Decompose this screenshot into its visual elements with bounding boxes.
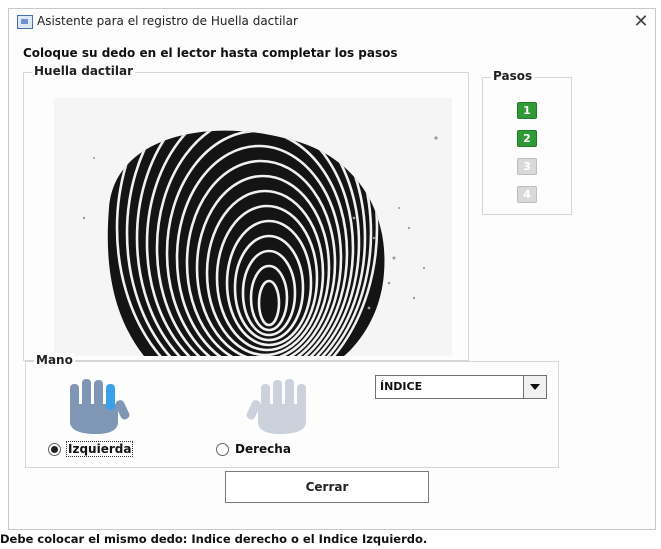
window-title: Asistente para el registro de Huella dac… xyxy=(37,14,298,28)
fingerprint-panel: Huella dactilar xyxy=(23,64,469,361)
app-window-icon xyxy=(17,15,33,29)
radio-right-hand[interactable]: Derecha xyxy=(216,442,291,456)
hand-panel: Mano ÍNDICE Izquierda Derecha xyxy=(25,353,559,468)
hand-panel-label: Mano xyxy=(34,353,75,367)
close-button[interactable]: Cerrar xyxy=(225,471,429,503)
radio-left-hand[interactable]: Izquierda xyxy=(48,441,134,457)
radio-label-izquierda: Izquierda xyxy=(65,441,134,457)
instruction-text: Coloque su dedo en el lector hasta compl… xyxy=(23,46,398,60)
radio-label-derecha: Derecha xyxy=(235,442,291,456)
steps-panel-label: Pasos xyxy=(491,69,535,83)
fingerprint-panel-label: Huella dactilar xyxy=(32,64,136,78)
step-2-indicator: 2 xyxy=(517,130,537,147)
finger-select-value: ÍNDICE xyxy=(380,380,423,393)
step-1-indicator: 1 xyxy=(517,102,537,119)
dropdown-button[interactable] xyxy=(523,376,546,398)
fingerprint-graphic xyxy=(54,98,452,356)
steps-panel: Pasos 1 2 3 4 xyxy=(482,69,572,215)
step-3-indicator: 3 xyxy=(517,158,537,175)
radio-button-izquierda[interactable] xyxy=(48,442,61,456)
fingerprint-image xyxy=(54,98,452,356)
right-hand-icon[interactable] xyxy=(244,378,310,438)
left-hand-icon[interactable] xyxy=(66,378,132,438)
close-icon[interactable]: ✕ xyxy=(629,10,653,34)
chevron-down-icon xyxy=(530,384,540,390)
dialog-window: Asistente para el registro de Huella dac… xyxy=(8,8,656,530)
step-4-indicator: 4 xyxy=(517,186,537,203)
radio-button-derecha[interactable] xyxy=(216,442,229,456)
footer-note: Debe colocar el mismo dedo: Indice derec… xyxy=(0,532,428,546)
title-bar: Asistente para el registro de Huella dac… xyxy=(9,9,655,35)
finger-select[interactable]: ÍNDICE xyxy=(375,375,547,399)
